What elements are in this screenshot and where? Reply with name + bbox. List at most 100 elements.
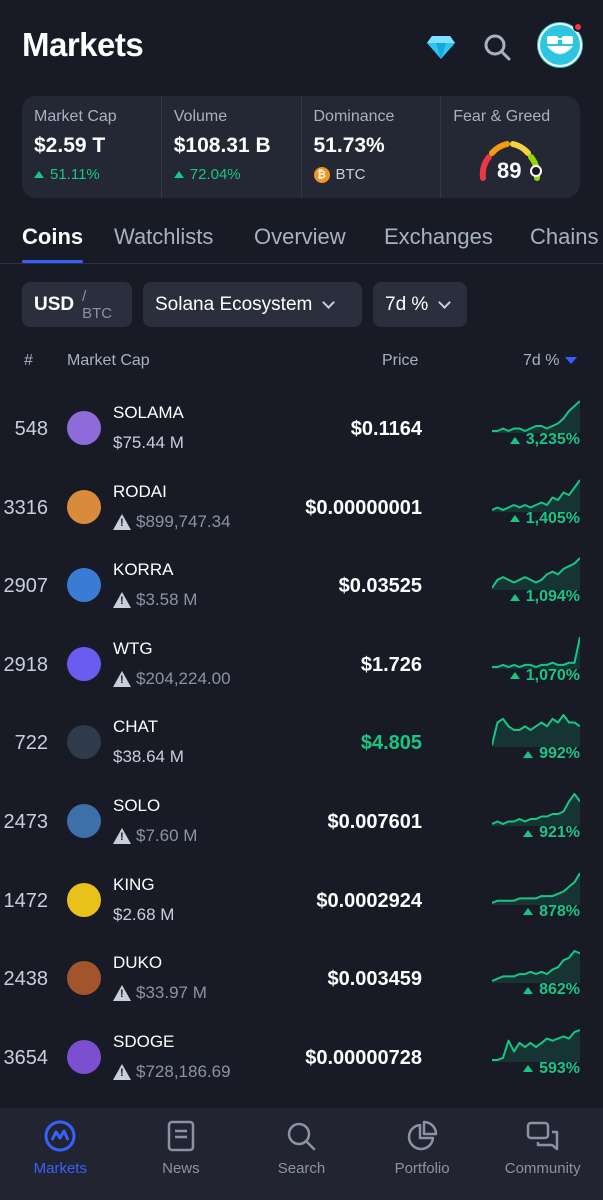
- up-arrow-icon: [34, 171, 44, 178]
- chevron-down-icon: [322, 295, 336, 309]
- coin-change: 921%: [523, 824, 580, 842]
- coin-row[interactable]: 3316 RODAI $899,747.34 $0.00000001 1,405%: [0, 468, 603, 547]
- coin-rank: 2907: [3, 575, 49, 598]
- period-dropdown[interactable]: 7d %: [373, 282, 467, 327]
- chevron-down-icon: [438, 295, 452, 309]
- coin-logo-icon: [67, 489, 101, 524]
- coin-symbol: KORRA: [113, 560, 174, 580]
- nav-label: Portfolio: [394, 1160, 450, 1177]
- coin-row[interactable]: 2907 KORRA $3.58 M $0.03525 1,094%: [0, 546, 603, 625]
- coin-price: $1.726: [360, 653, 422, 676]
- column-rank[interactable]: #: [24, 352, 33, 370]
- up-arrow-icon: [173, 171, 184, 178]
- coin-logo-icon: [67, 1039, 101, 1074]
- up-arrow-icon: [523, 829, 534, 837]
- coin-market-cap: $75.44 M: [113, 433, 184, 452]
- global-stats-card[interactable]: Market Cap $2.59 T 51.11% Volume $108.31…: [22, 96, 580, 198]
- stat-label: Volume: [173, 108, 228, 125]
- up-arrow-icon: [523, 1065, 534, 1073]
- coin-logo-icon: [67, 725, 101, 760]
- currency-selected: USD: [34, 293, 75, 315]
- avatar[interactable]: [537, 22, 583, 68]
- notification-dot: [573, 22, 583, 32]
- coin-change: 1,094%: [509, 588, 580, 606]
- sparkline-chart: [492, 400, 580, 433]
- sparkline-chart: [492, 636, 580, 669]
- coin-change: 3,235%: [509, 431, 580, 449]
- nav-community[interactable]: Community: [482, 1108, 603, 1200]
- currency-toggle[interactable]: USD / BTC: [22, 282, 132, 327]
- tab-watchlists[interactable]: Watchlists: [114, 224, 213, 250]
- stat-label: Dominance: [313, 108, 395, 125]
- coin-row[interactable]: 2918 WTG $204,224.00 $1.726 1,070%: [0, 625, 603, 704]
- coin-market-cap: $728,186.69: [113, 1062, 231, 1082]
- column-market-cap[interactable]: Market Cap: [67, 352, 150, 370]
- nav-portfolio[interactable]: Portfolio: [362, 1108, 483, 1200]
- bottom-navigation: Markets News Search Portfolio Community: [0, 1108, 603, 1200]
- currency-alternate: / BTC: [82, 287, 113, 322]
- coin-rank: 722: [14, 732, 48, 755]
- coin-price: $0.00000728: [305, 1046, 422, 1069]
- up-arrow-icon: [509, 593, 520, 601]
- tab-chains[interactable]: Chains: [530, 224, 598, 250]
- up-arrow-icon: [509, 515, 520, 523]
- coin-row[interactable]: 3654 SDOGE $728,186.69 $0.00000728 593%: [0, 1018, 603, 1097]
- category-dropdown[interactable]: Solana Ecosystem: [143, 282, 362, 327]
- gauge-indicator: [530, 165, 543, 177]
- column-price[interactable]: Price: [382, 352, 418, 370]
- news-icon: [163, 1118, 199, 1154]
- stat-value: 51.73%: [313, 134, 385, 157]
- search-icon: [283, 1118, 319, 1154]
- sparkline-area: [492, 479, 580, 512]
- coin-symbol: SOLO: [113, 796, 161, 815]
- coin-market-cap: $7.60 M: [113, 826, 197, 846]
- nav-markets[interactable]: Markets: [0, 1108, 121, 1200]
- sparkline-chart: [492, 950, 580, 984]
- coin-change: 1,070%: [509, 667, 580, 685]
- coin-row[interactable]: 2438 DUKO $33.97 M $0.003459 862%: [0, 939, 603, 1018]
- diamond-icon[interactable]: [424, 30, 458, 64]
- stat-market-cap[interactable]: Market Cap $2.59 T 51.11%: [22, 96, 162, 198]
- bitcoin-icon: ₿: [313, 166, 330, 183]
- coin-row[interactable]: 1472 KING $2.68 M $0.0002924 878%: [0, 861, 603, 940]
- active-tab-indicator: [22, 260, 83, 263]
- coin-price: $0.00000001: [305, 496, 422, 519]
- sparkline-area: [492, 951, 580, 984]
- search-icon[interactable]: [480, 30, 514, 64]
- up-arrow-icon: [509, 672, 520, 680]
- warning-icon: [113, 670, 131, 687]
- coin-market-cap: $2.68 M: [113, 904, 175, 924]
- coin-logo-icon: [67, 568, 101, 603]
- coin-symbol: SDOGE: [113, 1031, 175, 1051]
- up-arrow-icon: [509, 436, 520, 444]
- stat-fear-greed[interactable]: Fear & Greed 89: [441, 96, 580, 198]
- tab-coins[interactable]: Coins: [22, 224, 83, 250]
- coin-change: 593%: [523, 1060, 580, 1078]
- stat-dominance[interactable]: Dominance 51.73% ₿ BTC: [302, 96, 442, 198]
- nav-search[interactable]: Search: [241, 1108, 362, 1200]
- coin-change: 1,405%: [509, 510, 580, 528]
- coin-row[interactable]: 722 CHAT $38.64 M $4.805 992%: [0, 703, 603, 782]
- tab-exchanges[interactable]: Exchanges: [384, 224, 493, 250]
- sparkline-chart: [492, 872, 580, 905]
- sparkline-area: [492, 558, 580, 591]
- coin-row[interactable]: 548 SOLAMA $75.44 M $0.1164 3,235%: [0, 389, 603, 468]
- nav-label: News: [162, 1160, 200, 1177]
- coin-row[interactable]: 2473 SOLO $7.60 M $0.007601 921%: [0, 782, 603, 861]
- sort-descending-icon: [565, 357, 578, 365]
- coin-rank: 3316: [3, 496, 49, 519]
- warning-icon: [113, 513, 131, 530]
- coin-logo-icon: [67, 411, 101, 445]
- warning-icon: [113, 1063, 131, 1080]
- coin-rank: 3654: [3, 1046, 49, 1069]
- coin-logo-icon: [67, 882, 101, 917]
- page-title: Markets: [22, 26, 144, 63]
- column-change[interactable]: 7d %: [523, 352, 578, 370]
- coin-symbol: DUKO: [113, 953, 163, 973]
- coin-symbol: WTG: [113, 638, 153, 658]
- tab-overview[interactable]: Overview: [254, 224, 346, 250]
- markets-icon: [42, 1118, 78, 1154]
- stat-volume[interactable]: Volume $108.31 B 72.04%: [162, 96, 302, 198]
- nav-news[interactable]: News: [121, 1108, 242, 1200]
- sparkline-chart: [492, 714, 580, 748]
